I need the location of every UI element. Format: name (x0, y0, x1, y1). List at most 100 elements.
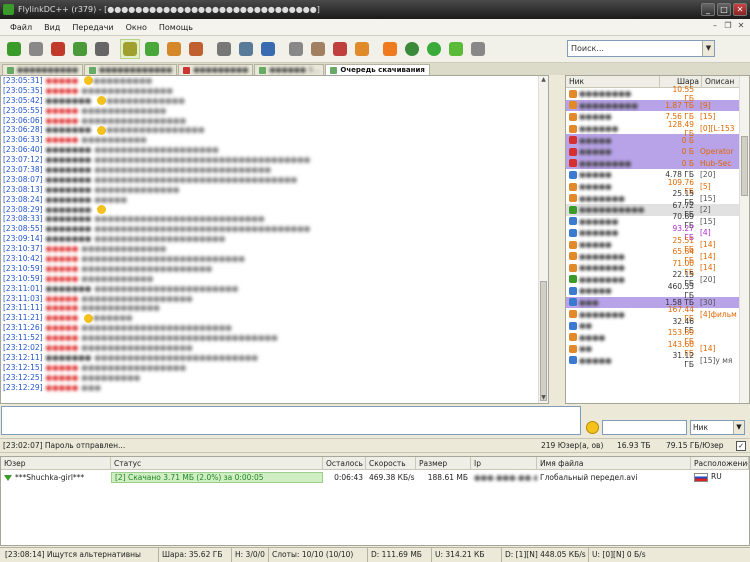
scroll-thumb[interactable] (741, 136, 748, 196)
chat-nick[interactable]: ●●●●●●● (46, 214, 92, 224)
settings-icon[interactable] (380, 39, 400, 59)
user-row[interactable]: ●●● 1.58 ТБ [30] (566, 296, 749, 309)
user-row[interactable]: ●●●●● 7.56 ГБ [15] (566, 111, 749, 123)
column-size[interactable]: Размер (416, 457, 471, 469)
recents-icon[interactable] (352, 39, 372, 59)
search-combo[interactable]: Поиск... ▼ (567, 40, 715, 57)
public-hubs-icon[interactable] (92, 39, 112, 59)
disconnect-icon[interactable] (468, 39, 488, 59)
notepad-icon[interactable] (308, 39, 328, 59)
scroll-thumb[interactable] (540, 281, 547, 401)
chat-nick[interactable]: ●●●●● (46, 373, 79, 383)
user-row[interactable]: ●●●●●● 70.89 ГБ [15] (566, 212, 749, 230)
chat-nick[interactable]: ●●●●●●● (46, 96, 92, 106)
user-row[interactable]: ●●●●● 460.33 ГБ (566, 282, 749, 300)
mdi-close-icon[interactable]: ✕ (736, 21, 746, 31)
chat-nick[interactable]: ●●●●● (46, 76, 79, 86)
chat-nick[interactable]: ●●●●● (46, 244, 79, 254)
mdi-restore-icon[interactable]: ❐ (723, 21, 733, 31)
search-icon[interactable] (214, 39, 234, 59)
chat-nick[interactable]: ●●●●● (46, 363, 79, 373)
chat-nick[interactable]: ●●●●●●● (46, 145, 92, 155)
chat-nick[interactable]: ●●●●● (46, 116, 79, 126)
tab-3[interactable]: ●●●●●● 3... (254, 64, 325, 75)
user-row[interactable]: ●●●●●●●●● 1.87 ТБ [9] (566, 99, 749, 112)
chat-nick[interactable]: ●●●●●●● (46, 185, 92, 195)
chat-nick[interactable]: ●●●●● (46, 135, 79, 145)
chat-nick[interactable]: ●●●●●●● (46, 155, 92, 165)
download-queue-icon[interactable] (120, 39, 140, 59)
chat-nick[interactable]: ●●●●●●● (46, 125, 92, 135)
chat-nick[interactable]: ●●●●●●● (46, 353, 92, 363)
user-list-scrollbar[interactable] (739, 76, 749, 403)
finished-uploads-icon[interactable] (186, 39, 206, 59)
transfer-row[interactable]: ***Shuchka-girl*** [2] Скачано 3.71 МБ (… (1, 470, 749, 484)
favorite-users-icon[interactable] (70, 39, 90, 59)
emoticon-icon[interactable] (586, 421, 599, 434)
user-row[interactable]: ●●●●● 25.51 ГБ [14] (566, 236, 749, 254)
search-spy-icon[interactable] (258, 39, 278, 59)
user-row[interactable]: ●● 32.46 ГБ (566, 317, 749, 335)
follow-redirect-icon[interactable] (26, 39, 46, 59)
chat-nick[interactable]: ●●●●● (46, 313, 79, 323)
user-row[interactable]: ●●●●● 4.78 ГБ [20] (566, 169, 749, 181)
user-row[interactable]: ●●●● 153.89 ГБ (566, 328, 749, 346)
menu-transfers[interactable]: Передачи (66, 23, 119, 32)
favorite-hubs-icon[interactable] (48, 39, 68, 59)
chat-nick[interactable]: ●●●●●●● (46, 165, 92, 175)
chat-nick[interactable]: ●●●●● (46, 383, 79, 393)
tab-0[interactable]: ●●●●●●●●●● (2, 64, 84, 75)
scroll-up-icon[interactable]: ▲ (539, 76, 548, 85)
chat-nick[interactable]: ●●●●● (46, 274, 79, 284)
away-icon[interactable] (402, 39, 422, 59)
mdi-minimize-icon[interactable]: – (710, 21, 720, 31)
menu-view[interactable]: Вид (38, 23, 66, 32)
search-input[interactable]: Поиск... (571, 44, 604, 53)
chat-nick[interactable]: ●●●●●●● (46, 234, 92, 244)
close-button[interactable]: ✕ (733, 3, 747, 16)
chat-scrollbar[interactable]: ▲ ▼ (538, 76, 548, 403)
column-nick[interactable]: Ник (566, 76, 660, 87)
chat-nick[interactable]: ●●●●● (46, 343, 79, 353)
upload-queue-icon[interactable] (164, 39, 184, 59)
column-user[interactable]: Юзер (1, 457, 111, 469)
user-row[interactable]: ●●●●●●● 65.84 ГБ [14] (566, 247, 749, 265)
column-speed[interactable]: Скорость (366, 457, 416, 469)
chat-log[interactable]: [23:05:31] ●●●●● ●●●●●●●●● [23:05:35] ●●●●● ●… (0, 75, 549, 404)
user-row[interactable]: ●● 143.60 ГБ [14] (566, 340, 749, 358)
chevron-down-icon[interactable]: ▼ (702, 41, 714, 56)
user-row[interactable]: ●●●●● 31.12 ГБ [15]у мя (566, 351, 749, 369)
limiter-icon[interactable] (424, 39, 444, 59)
menu-window[interactable]: Окно (120, 23, 153, 32)
user-row[interactable]: ●●●●●●● 22.15 ГБ [20] (566, 270, 749, 288)
user-row[interactable]: ●●●●●●● 167.44 ГБ [4]фильм (566, 305, 749, 323)
reconnect-icon[interactable] (4, 39, 24, 59)
column-status[interactable]: Статус (111, 457, 323, 469)
menu-help[interactable]: Помощь (153, 23, 199, 32)
user-list[interactable]: Ник Шара Описан ●●●●●●●● 10.55 ГБ ●●●●●●●●… (565, 75, 750, 404)
network-stats-icon[interactable] (286, 39, 306, 59)
chat-nick[interactable]: ●●●●● (46, 264, 79, 274)
tab-2[interactable]: ●●●●●●●●● (178, 64, 254, 75)
column-remaining[interactable]: Осталось (323, 457, 366, 469)
column-location[interactable]: Расположение (691, 457, 749, 469)
chat-nick[interactable]: ●●●●● (46, 303, 79, 313)
adl-search-icon[interactable] (236, 39, 256, 59)
chat-nick[interactable]: ●●●●●●● (46, 284, 92, 294)
chat-nick[interactable]: ●●●●●●● (46, 224, 92, 234)
user-row[interactable]: ●●●●● 0 Б (566, 134, 749, 146)
user-row[interactable]: ●●●●●●●● 0 Б Hub-Sec (566, 157, 749, 170)
show-users-checkbox[interactable]: ✓ (736, 441, 746, 451)
skin-icon[interactable] (446, 39, 466, 59)
user-row[interactable]: ●●●●●●●●●● 67.72 ГБ [2] (566, 201, 749, 219)
finished-downloads-icon[interactable] (142, 39, 162, 59)
column-filename[interactable]: Имя файла (537, 457, 691, 469)
column-ip[interactable]: Ip (471, 457, 537, 469)
chat-nick[interactable]: ●●●●●●● (46, 195, 92, 205)
chat-message-input[interactable] (1, 406, 581, 435)
user-row[interactable]: ●●●●●●●● 10.55 ГБ (566, 85, 749, 103)
chat-nick[interactable]: ●●●●● (46, 323, 79, 333)
nick-select[interactable]: Ник ▼ (690, 420, 745, 435)
user-row[interactable]: ●●●●● 109.76 ГБ [5] (566, 178, 749, 196)
user-row[interactable]: ●●●●● 0 Б Operator (566, 145, 749, 158)
